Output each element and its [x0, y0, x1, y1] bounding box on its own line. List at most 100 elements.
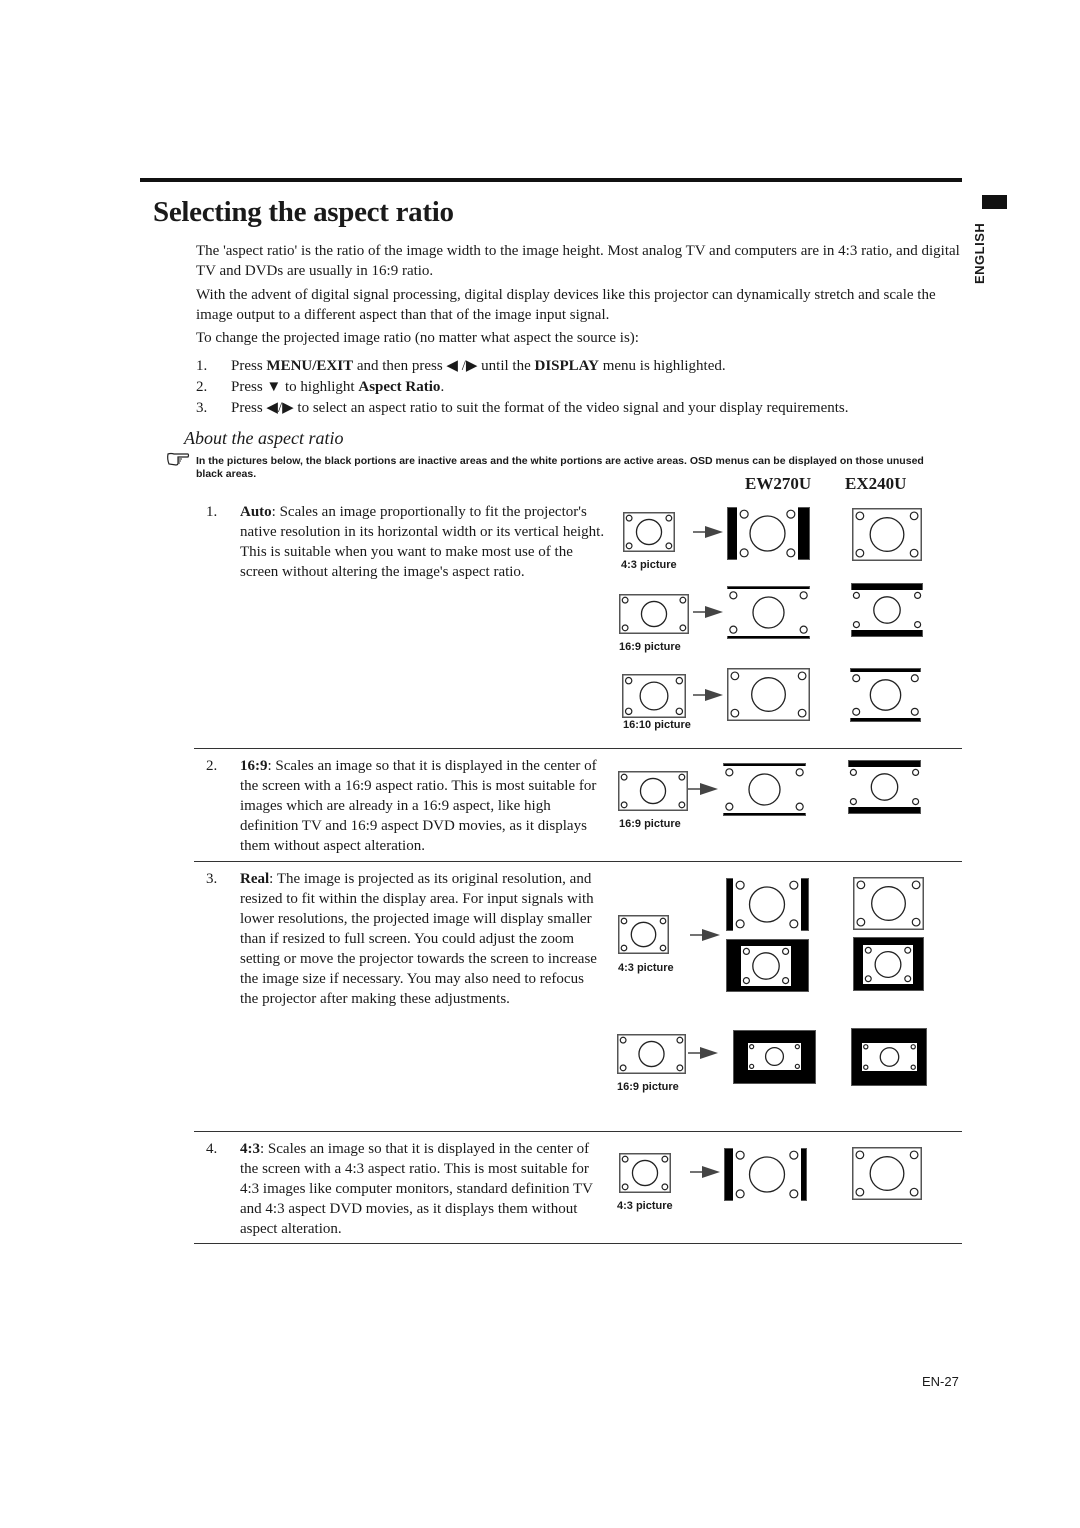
caption: 16:10 picture [623, 719, 691, 731]
source-16-9 [617, 1034, 686, 1074]
step-1: 1. Press MENU/EXIT and then press ◀ /▶ un… [196, 356, 962, 376]
mode-desc-text: : Scales an image so that it is displaye… [240, 758, 597, 854]
mode-number: 2. [206, 758, 218, 774]
step-text: Press ◀/▶ to select an aspect ratio to s… [231, 400, 849, 416]
step-number: 1. [196, 358, 208, 374]
language-tab-label: ENGLISH [972, 222, 987, 284]
mode-name: 4:3 [240, 1141, 260, 1157]
page-number: EN-27 [922, 1374, 959, 1389]
mode-description: Real: The image is projected as its orig… [240, 869, 605, 1009]
step-text: Press ▼ to highlight [231, 379, 359, 395]
caption: 16:9 picture [619, 818, 681, 830]
language-tab-marker [982, 195, 1007, 209]
active-area [723, 766, 806, 813]
ew270u-16-9 [723, 763, 806, 816]
active-area [617, 1034, 686, 1074]
ex240u-auto-16-10 [850, 668, 921, 722]
mode-16-9: 2. 16:9: Scales an image so that it is d… [206, 756, 606, 856]
mode-number: 1. [206, 504, 218, 520]
ew270u-auto-16-10 [727, 668, 810, 721]
source-4-3 [619, 1153, 671, 1193]
mode-number: 4. [206, 1141, 218, 1157]
ew270u-real-4-3 [726, 939, 809, 992]
active-area [619, 594, 689, 634]
active-area [850, 672, 921, 718]
divider [194, 861, 962, 862]
pointing-hand-icon [167, 452, 190, 466]
ew270u-real-16-9 [733, 1030, 816, 1084]
ew270u-4-3 [724, 1148, 807, 1201]
ew270u-auto-4-3 [727, 507, 810, 560]
section-heading: About the aspect ratio [184, 428, 344, 448]
source-4-3 [618, 915, 669, 954]
ew270u-real-4-3-full [726, 878, 809, 931]
mode-desc-text: : The image is projected as its original… [240, 871, 597, 1007]
caption: 16:9 picture [617, 1081, 679, 1093]
caption: 4:3 picture [621, 559, 677, 571]
mode-name: Auto [240, 504, 272, 520]
ex240u-real-16-9 [851, 1028, 927, 1086]
active-area [863, 945, 913, 984]
ex240u-auto-4-3 [852, 508, 922, 561]
arrow-icon [693, 689, 723, 701]
mode-desc-text: : Scales an image proportionally to fit … [240, 504, 605, 580]
arrow-icon [688, 1047, 718, 1059]
active-area [848, 767, 921, 807]
step-2: 2. Press ▼ to highlight Aspect Ratio. [196, 377, 962, 397]
active-area [741, 946, 791, 986]
step-text: Press [231, 358, 267, 374]
arrow-icon [688, 783, 718, 795]
active-area [851, 590, 923, 630]
model-header-ew270u: EW270U [745, 474, 812, 493]
ew270u-auto-16-9 [727, 586, 810, 639]
ex240u-16-9 [848, 760, 921, 814]
model-header-ex240u: EX240U [845, 474, 907, 493]
source-16-9 [619, 594, 689, 634]
mode-description: 4:3: Scales an image so that it is displ… [240, 1139, 605, 1239]
source-4-3 [623, 512, 675, 552]
arrow-icon [693, 526, 723, 538]
ex240u-auto-16-9 [851, 583, 923, 637]
intro-paragraph-3: To change the projected image ratio (no … [196, 330, 639, 346]
divider [194, 748, 962, 749]
top-rule [140, 178, 962, 182]
step-text: . [440, 379, 445, 395]
step-text: and then press ◀ /▶ until the [353, 358, 535, 374]
mode-real: 3. Real: The image is projected as its o… [206, 869, 606, 1029]
mode-number: 3. [206, 871, 218, 887]
source-16-10 [622, 674, 686, 718]
mode-auto: 1. Auto: Scales an image proportionally … [206, 502, 606, 602]
caption: 4:3 picture [618, 962, 674, 974]
step-number: 3. [196, 400, 208, 416]
active-area [727, 589, 810, 636]
step-3: 3. Press ◀/▶ to select an aspect ratio to… [196, 398, 962, 418]
arrow-icon [690, 1166, 720, 1178]
ex240u-4-3 [852, 1147, 922, 1200]
mode-4-3: 4. 4:3: Scales an image so that it is di… [206, 1139, 606, 1239]
arrow-icon [693, 606, 723, 618]
source-16-9 [618, 771, 688, 811]
mode-description: 16:9: Scales an image so that it is disp… [240, 756, 605, 856]
active-area [727, 668, 810, 721]
step-text: menu is highlighted. [598, 358, 726, 374]
mode-description: Auto: Scales an image proportionally to … [240, 502, 605, 582]
ex240u-real-4-3-full [853, 877, 924, 930]
mode-name: 16:9 [240, 758, 268, 774]
note-text: In the pictures below, the black portion… [196, 455, 924, 480]
menu-exit-key: MENU/EXIT [266, 358, 354, 374]
active-area [737, 507, 798, 560]
arrow-icon [690, 929, 720, 941]
active-area [733, 1148, 801, 1201]
active-area [618, 771, 688, 811]
aspect-ratio-label: Aspect Ratio [358, 379, 441, 395]
active-area [733, 878, 801, 931]
step-number: 2. [196, 379, 208, 395]
display-menu-label: DISPLAY [534, 358, 599, 374]
mode-name: Real [240, 871, 270, 887]
caption: 16:9 picture [619, 641, 681, 653]
caption: 4:3 picture [617, 1200, 673, 1212]
page-title: Selecting the aspect ratio [153, 196, 454, 228]
divider [194, 1243, 962, 1244]
divider [194, 1131, 962, 1132]
ex240u-real-4-3 [853, 937, 924, 991]
